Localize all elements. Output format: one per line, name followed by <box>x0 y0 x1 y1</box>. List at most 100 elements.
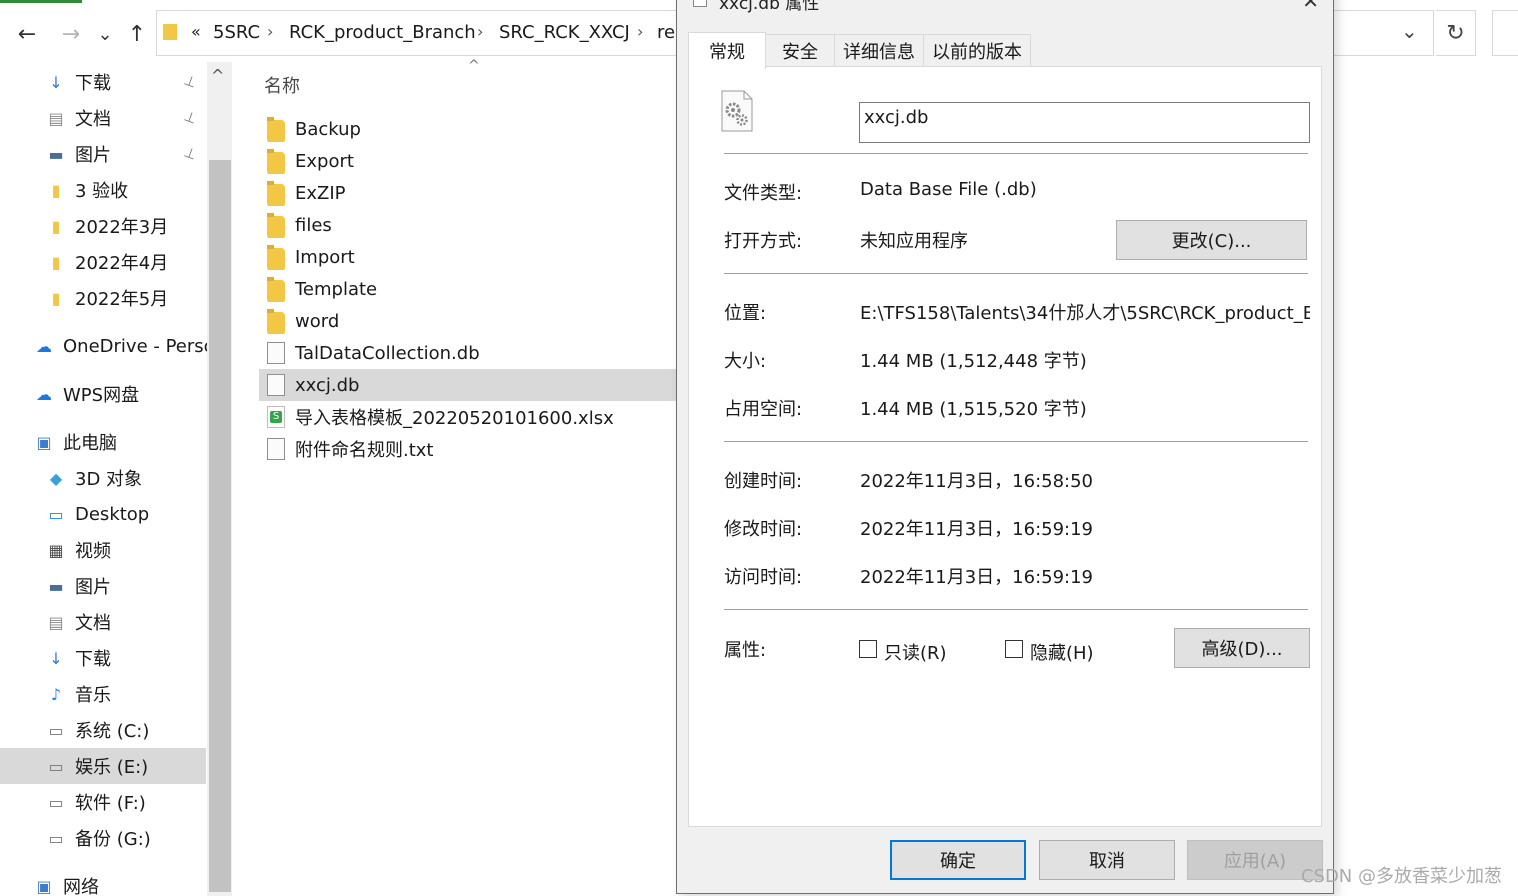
sidebar-item-label: 软件 (F:) <box>75 793 146 814</box>
address-dropdown-icon[interactable]: ⌄ <box>1401 19 1418 43</box>
onedrive-icon: ☁ <box>36 336 52 356</box>
file-row[interactable]: Import <box>259 241 676 273</box>
hidden-checkbox[interactable] <box>1005 640 1023 658</box>
created-value: 2022年11月3日，16:58:50 <box>860 471 1094 492</box>
sidebar-item[interactable]: ▭ 软件 (F:) <box>0 784 206 820</box>
sidebar-item[interactable]: ▣ 此电脑 <box>0 424 206 460</box>
recent-locations-chevron-icon[interactable]: ⌄ <box>92 18 118 50</box>
accessed-label: 访问时间: <box>724 567 803 588</box>
file-row[interactable]: xxcj.db <box>259 369 676 401</box>
accessed-value: 2022年11月3日，16:59:19 <box>860 567 1094 588</box>
sidebar-item-label: 2022年3月 <box>75 217 169 238</box>
file-name-input[interactable]: xxcj.db <box>859 102 1310 143</box>
breadcrumb-overflow[interactable]: « <box>191 22 201 41</box>
tab-details[interactable]: 详细信息 <box>834 34 924 67</box>
readonly-checkbox-label[interactable]: 只读(R) <box>884 639 947 665</box>
sidebar-item[interactable]: ▣ 网络 <box>0 868 206 896</box>
file-row[interactable]: ExZIP <box>259 177 676 209</box>
file-row[interactable]: files <box>259 209 676 241</box>
sidebar-item[interactable]: ▬ 图片 <box>0 568 206 604</box>
breadcrumb-separator-icon[interactable]: › <box>267 22 273 41</box>
file-name: 导入表格模板_20220520101600.xlsx <box>295 408 614 429</box>
file-name: 附件命名规则.txt <box>295 440 434 461</box>
sidebar-item[interactable]: ♪ 音乐 <box>0 676 206 712</box>
sidebar-item-label: 文档 <box>75 109 111 130</box>
sidebar-item-label: 图片 <box>75 145 111 166</box>
pictures-icon: ▬ <box>48 576 64 596</box>
sidebar-item[interactable]: ▮ 2022年3月 <box>0 208 206 244</box>
location-value: E:\TFS158\Talents\34什邡人才\5SRC\RCK_produc… <box>860 303 1310 324</box>
sidebar-item[interactable]: ▮ 2022年4月 <box>0 244 206 280</box>
file-row[interactable]: Template <box>259 273 676 305</box>
folder-icon <box>267 181 285 206</box>
refresh-icon[interactable]: ↻ <box>1436 10 1476 56</box>
file-row[interactable]: Backup <box>259 113 676 145</box>
3d-objects-icon: ◆ <box>49 468 63 488</box>
column-header-name[interactable]: 名称 <box>264 72 300 98</box>
sidebar-item[interactable]: ◆ 3D 对象 <box>0 460 206 496</box>
sidebar-item[interactable]: ▭ Desktop <box>0 496 206 532</box>
sidebar-item[interactable]: ▮ 2022年5月 <box>0 280 206 316</box>
breadcrumb-item[interactable]: 5SRC <box>213 22 260 43</box>
file-name: Backup <box>295 118 361 140</box>
back-arrow-icon[interactable]: ← <box>12 18 42 50</box>
forward-arrow-icon[interactable]: → <box>56 18 86 50</box>
cancel-button[interactable]: 取消 <box>1039 840 1175 880</box>
sidebar-item-label: 3D 对象 <box>75 469 143 490</box>
sidebar-item-label: 图片 <box>75 577 111 598</box>
modified-value: 2022年11月3日，16:59:19 <box>860 519 1094 540</box>
folder-icon: ▮ <box>51 216 61 236</box>
sidebar-item[interactable]: ▬ 图片 ⊥ <box>0 136 206 172</box>
readonly-checkbox[interactable] <box>859 640 877 658</box>
breadcrumb-separator-icon[interactable]: › <box>477 22 483 41</box>
sidebar-item[interactable]: ▤ 文档 ⊥ <box>0 100 206 136</box>
ok-button[interactable]: 确定 <box>890 840 1026 880</box>
breadcrumb-item[interactable]: SRC_RCK_XXCJ <box>499 22 630 43</box>
nav-scrollbar-thumb[interactable] <box>209 160 231 892</box>
file-row[interactable]: TalDataCollection.db <box>259 337 676 369</box>
sidebar-item[interactable]: ▭ 系统 (C:) <box>0 712 206 748</box>
breadcrumb-separator-icon[interactable]: › <box>637 22 643 41</box>
breadcrumb-item[interactable]: RCK_product_Branch <box>289 22 476 43</box>
folder-icon: ▮ <box>51 288 61 308</box>
file-row[interactable]: word <box>259 305 676 337</box>
sidebar-item-label: 音乐 <box>75 685 111 706</box>
search-box[interactable] <box>1492 10 1518 56</box>
this-pc-icon: ▣ <box>36 432 52 452</box>
size-on-disk-value: 1.44 MB (1,515,520 字节) <box>860 399 1087 420</box>
tab-security[interactable]: 安全 <box>765 34 835 67</box>
file-row[interactable]: Export <box>259 145 676 177</box>
download-icon: ↓ <box>49 72 63 92</box>
sidebar-item[interactable]: ☁ OneDrive - Persc <box>0 328 214 364</box>
sidebar-item-label: WPS网盘 <box>63 385 140 406</box>
sidebar-item[interactable]: ↓ 下载 ⊥ <box>0 64 206 100</box>
sidebar-item[interactable]: ▮ 3 验收 <box>0 172 206 208</box>
change-button[interactable]: 更改(C)... <box>1116 220 1307 260</box>
up-arrow-icon[interactable]: ↑ <box>122 18 152 50</box>
sidebar-item[interactable]: ▭ 备份 (G:) <box>0 820 206 856</box>
modified-label: 修改时间: <box>724 519 803 540</box>
sidebar-item[interactable]: ▦ 视频 <box>0 532 206 568</box>
tab-general[interactable]: 常规 <box>688 32 766 69</box>
nav-scroll-up-icon[interactable]: ^ <box>211 66 224 85</box>
breadcrumb-item[interactable]: re <box>657 22 675 43</box>
watermark: CSDN @多放香菜少加葱 <box>1300 866 1502 887</box>
advanced-button[interactable]: 高级(D)... <box>1174 628 1310 668</box>
pictures-icon: ▬ <box>48 144 64 164</box>
documents-icon: ▤ <box>48 108 64 128</box>
file-row[interactable]: 附件命名规则.txt <box>259 433 676 465</box>
close-icon[interactable]: ✕ <box>1302 0 1319 13</box>
sidebar-item[interactable]: ▤ 文档 <box>0 604 206 640</box>
file-row[interactable]: 导入表格模板_20220520101600.xlsx <box>259 401 676 433</box>
tab-previous-versions[interactable]: 以前的版本 <box>923 34 1031 67</box>
size-label: 大小: <box>724 351 767 372</box>
sidebar-item[interactable]: ▭ 娱乐 (E:) <box>0 748 206 784</box>
navigation-pane: ↓ 下载 ⊥ ▤ 文档 ⊥ ▬ 图片 ⊥ ▮ 3 验收 ▮ 2022年3月 ▮ 2022年4月 ▮ 2022年5… <box>0 62 232 896</box>
folder-icon <box>267 213 285 238</box>
file-name: TalDataCollection.db <box>295 342 480 364</box>
sidebar-item[interactable]: ↓ 下载 <box>0 640 206 676</box>
sidebar-item-label: 2022年5月 <box>75 289 169 310</box>
hidden-checkbox-label[interactable]: 隐藏(H) <box>1030 639 1094 665</box>
sidebar-item[interactable]: ☁ WPS网盘 <box>0 376 206 412</box>
divider <box>724 273 1308 274</box>
